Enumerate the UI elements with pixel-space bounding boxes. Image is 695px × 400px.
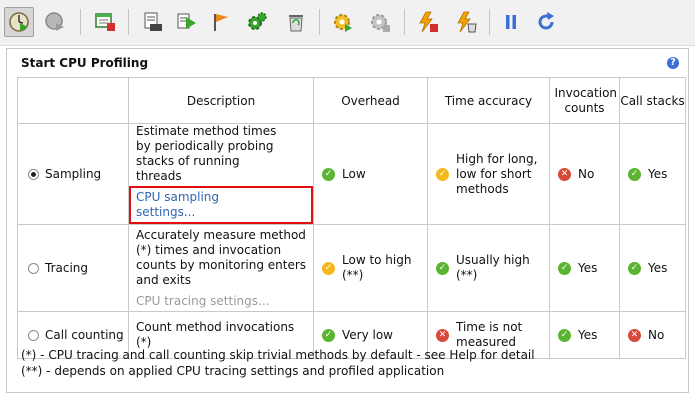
window-settings-button[interactable] — [90, 7, 120, 37]
mode-label: Sampling — [45, 167, 102, 181]
header-invocation-counts: Invocation counts — [549, 77, 620, 124]
mode-label: Call counting — [45, 328, 124, 342]
invocation-counts-value: No — [578, 166, 595, 181]
refresh-button[interactable] — [531, 7, 561, 37]
toolbar-separator — [489, 9, 490, 35]
overhead-value: Low to high (**) — [342, 253, 412, 282]
dump-button[interactable] — [137, 7, 167, 37]
check-icon: ✓ — [322, 261, 335, 275]
profiling-modes-table: Description Overhead Time accuracy Invoc… — [17, 77, 686, 359]
overhead-value: Very low — [342, 327, 393, 342]
check-icon: ✓ — [558, 328, 571, 342]
call-counting-radio[interactable]: Call counting — [18, 328, 128, 342]
mode-label: Tracing — [45, 261, 89, 275]
toolbar-separator — [80, 9, 81, 35]
check-icon: ✓ — [628, 167, 641, 181]
footnote: (*) - CPU tracing and call counting skip… — [21, 348, 535, 362]
toolbar — [0, 0, 695, 46]
trash-icon — [289, 15, 303, 32]
window-settings-icon — [95, 13, 115, 31]
lightning-trash-button[interactable] — [451, 7, 481, 37]
header-time-accuracy: Time accuracy — [427, 77, 550, 124]
flag-button[interactable] — [206, 7, 236, 37]
highlight-box: CPU sampling settings... — [129, 186, 313, 224]
call-stacks-value: Yes — [648, 260, 668, 275]
radio-selected-icon — [28, 168, 39, 180]
lightning-stop-button[interactable] — [413, 7, 443, 37]
pause-button[interactable] — [496, 7, 526, 37]
header-mode — [17, 77, 129, 124]
time-accuracy-value: Usually high (**) — [456, 253, 530, 282]
panel-title: Start CPU Profiling — [21, 56, 149, 70]
header-overhead: Overhead — [313, 77, 428, 124]
dump-icon — [144, 12, 162, 31]
description-text: Estimate method times by periodically pr… — [129, 124, 313, 224]
cross-icon: ✕ — [628, 328, 641, 342]
header-call-stacks: Call stacks — [619, 77, 686, 124]
table-header-row: Description Overhead Time accuracy Invoc… — [17, 77, 686, 124]
memory-profiling-button[interactable] — [40, 7, 70, 37]
description-text: Count method invocations (*) — [136, 320, 295, 349]
gear-green-button[interactable] — [242, 7, 272, 37]
play-settings-icon — [177, 13, 196, 29]
check-icon: ✓ — [558, 261, 571, 275]
cpu-profiling-panel: Start CPU Profiling ? Description Overhe… — [6, 48, 689, 393]
toolbar-separator — [404, 9, 405, 35]
time-accuracy-value: Time is not measured — [456, 320, 523, 349]
radio-unselected-icon — [28, 329, 39, 341]
check-icon: ✓ — [322, 167, 335, 181]
cpu-profiling-icon — [9, 12, 29, 32]
toolbar-separator — [128, 9, 129, 35]
cpu-sampling-settings-link[interactable]: CPU sampling settings... — [136, 190, 219, 219]
invocation-counts-value: Yes — [578, 260, 598, 275]
check-icon: ✓ — [628, 261, 641, 275]
table-row: Sampling Estimate method times by period… — [17, 123, 686, 225]
check-icon: ✓ — [436, 167, 449, 181]
lightning-trash-icon — [457, 11, 477, 33]
cpu-profiling-button[interactable] — [4, 7, 34, 37]
refresh-icon — [538, 12, 554, 30]
call-stacks-value: No — [648, 327, 665, 342]
play-settings-button[interactable] — [172, 7, 202, 37]
cpu-tracing-settings-link: CPU tracing settings... — [136, 293, 270, 308]
header-description: Description — [128, 77, 314, 124]
call-stacks-value: Yes — [648, 166, 668, 181]
footnote: (**) - depends on applied CPU tracing se… — [21, 364, 445, 378]
check-icon: ✓ — [322, 328, 335, 342]
lightning-stop-icon — [419, 11, 438, 33]
cross-icon: ✕ — [558, 167, 571, 181]
overhead-value: Low — [342, 166, 366, 181]
gear-green-icon — [248, 12, 267, 30]
description-text: Accurately measure method (*) times and … — [129, 228, 313, 309]
invocation-counts-value: Yes — [578, 327, 598, 342]
gear-yellow-button[interactable] — [328, 7, 358, 37]
sampling-radio[interactable]: Sampling — [18, 167, 128, 181]
tracing-radio[interactable]: Tracing — [18, 261, 128, 275]
gear-grey-icon — [371, 14, 390, 32]
cross-icon: ✕ — [436, 328, 449, 342]
check-icon: ✓ — [436, 261, 449, 275]
time-accuracy-value: High for long, low for short methods — [456, 151, 538, 196]
pause-icon — [506, 15, 516, 29]
footnotes: (*) - CPU tracing and call counting skip… — [21, 347, 535, 379]
flag-icon — [214, 14, 228, 31]
gear-yellow-icon — [334, 14, 352, 32]
memory-profiling-icon — [45, 12, 64, 31]
help-icon[interactable]: ? — [667, 57, 679, 69]
table-row: Tracing Accurately measure method (*) ti… — [17, 224, 686, 312]
trash-button[interactable] — [281, 7, 311, 37]
gear-grey-button[interactable] — [365, 7, 395, 37]
toolbar-separator — [319, 9, 320, 35]
radio-unselected-icon — [28, 262, 39, 274]
